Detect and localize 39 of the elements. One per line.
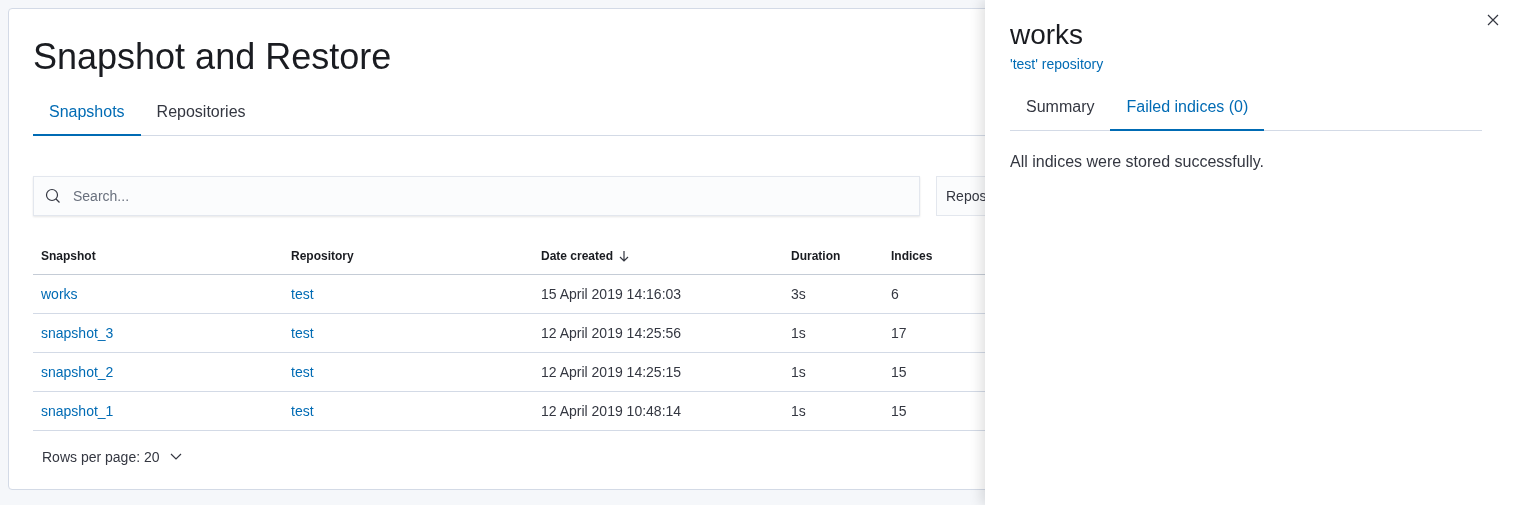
tab[interactable]: Snapshots [33, 91, 141, 136]
table-cell: 6 [891, 286, 899, 302]
search-field[interactable]: Search... [33, 176, 920, 216]
status-message: All indices were stored successfully. [1010, 153, 1265, 171]
page-title: Snapshot and Restore [33, 35, 392, 79]
table-cell: 15 [891, 364, 907, 380]
repository-filter-button[interactable]: Repos [936, 176, 985, 216]
snapshot-link[interactable]: snapshot_2 [41, 364, 114, 380]
tab[interactable]: Failed indices (0) [1110, 86, 1265, 131]
search-icon [45, 188, 61, 204]
repository-link[interactable]: 'test' repository [1010, 56, 1104, 72]
column-header[interactable]: Date created [533, 249, 783, 263]
repository-link[interactable]: test [291, 403, 314, 419]
table-cell: 1s [791, 325, 806, 341]
repository-link[interactable]: test [291, 286, 314, 302]
table-cell: 12 April 2019 10:48:14 [541, 403, 682, 419]
table-cell: 15 April 2019 14:16:03 [541, 286, 682, 302]
table-cell: 3s [791, 286, 806, 302]
repository-link[interactable]: test [291, 364, 314, 380]
snapshot-link[interactable]: snapshot_3 [41, 325, 114, 341]
tab[interactable]: Summary [1010, 86, 1111, 131]
rows-per-page-button[interactable]: Rows per page: 20 [42, 449, 182, 465]
column-header[interactable]: Repository [283, 249, 533, 263]
repository-link[interactable]: test [291, 325, 314, 341]
chevron-down-icon [169, 453, 182, 461]
column-header[interactable]: Duration [783, 249, 883, 263]
table-cell: 1s [791, 364, 806, 380]
table-cell: 12 April 2019 14:25:15 [541, 364, 682, 380]
close-icon[interactable] [1487, 14, 1499, 26]
table-cell: 15 [891, 403, 907, 419]
table-cell: 17 [891, 325, 907, 341]
table-cell: 1s [791, 403, 806, 419]
table-cell: 12 April 2019 14:25:56 [541, 325, 682, 341]
column-header[interactable]: Snapshot [33, 249, 283, 263]
column-header[interactable]: Indices [883, 249, 983, 263]
snapshot-link[interactable]: snapshot_1 [41, 403, 114, 419]
tab[interactable]: Repositories [140, 91, 262, 136]
snapshot-link[interactable]: works [41, 286, 78, 302]
flyout-title: works [1010, 18, 1084, 52]
